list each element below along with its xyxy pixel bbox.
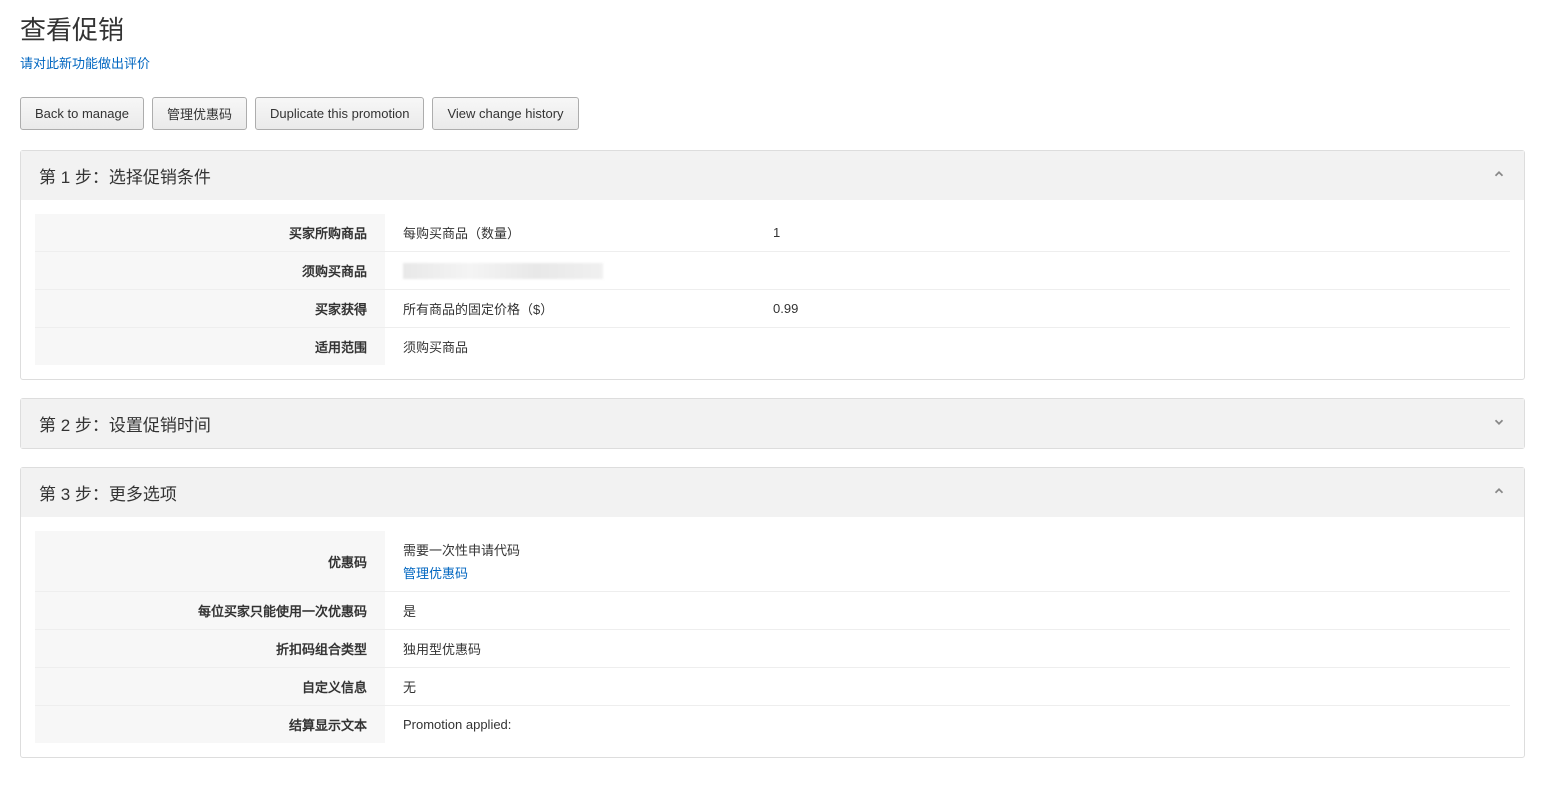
page-title: 查看促销 bbox=[20, 10, 1525, 47]
step3-title: 第 3 步：更多选项 bbox=[39, 480, 177, 505]
form-row: 优惠码 需要一次性申请代码 管理优惠码 bbox=[35, 531, 1510, 592]
value-buyer-purchase: 每购买商品（数量） 1 bbox=[385, 214, 1510, 251]
step3-panel: 第 3 步：更多选项 优惠码 需要一次性申请代码 管理优惠码 每位买家只能使用一… bbox=[20, 467, 1525, 758]
form-row: 须购买商品 bbox=[35, 252, 1510, 290]
value-coupon-code: 需要一次性申请代码 管理优惠码 bbox=[385, 531, 1510, 591]
label-must-buy: 须购买商品 bbox=[35, 252, 385, 289]
step3-body: 优惠码 需要一次性申请代码 管理优惠码 每位买家只能使用一次优惠码 是 折扣码组… bbox=[21, 517, 1524, 757]
label-custom-info: 自定义信息 bbox=[35, 668, 385, 705]
value-checkout-text: Promotion applied: bbox=[385, 706, 1510, 743]
duplicate-button[interactable]: Duplicate this promotion bbox=[255, 97, 424, 130]
label-applies-to: 适用范围 bbox=[35, 328, 385, 365]
step1-header[interactable]: 第 1 步：选择促销条件 bbox=[21, 151, 1524, 200]
step1-panel: 第 1 步：选择促销条件 买家所购商品 每购买商品（数量） 1 须购买商品 买家… bbox=[20, 150, 1525, 380]
manage-coupon-link[interactable]: 管理优惠码 bbox=[403, 563, 520, 582]
step1-title: 第 1 步：选择促销条件 bbox=[39, 163, 211, 188]
form-row: 折扣码组合类型 独用型优惠码 bbox=[35, 630, 1510, 668]
label-buyer-gets: 买家获得 bbox=[35, 290, 385, 327]
value-text: Promotion applied: bbox=[403, 717, 511, 732]
label-combo-type: 折扣码组合类型 bbox=[35, 630, 385, 667]
value-once-per-buyer: 是 bbox=[385, 592, 1510, 629]
value-number: 1 bbox=[773, 225, 1492, 240]
chevron-down-icon bbox=[1492, 415, 1506, 432]
form-row: 买家获得 所有商品的固定价格（$） 0.99 bbox=[35, 290, 1510, 328]
history-button[interactable]: View change history bbox=[432, 97, 578, 130]
step2-header[interactable]: 第 2 步：设置促销时间 bbox=[21, 399, 1524, 448]
back-button[interactable]: Back to manage bbox=[20, 97, 144, 130]
value-text: 每购买商品（数量） bbox=[403, 223, 773, 242]
value-must-buy bbox=[385, 252, 1510, 289]
form-row: 自定义信息 无 bbox=[35, 668, 1510, 706]
label-checkout-text: 结算显示文本 bbox=[35, 706, 385, 743]
button-row: Back to manage 管理优惠码 Duplicate this prom… bbox=[20, 97, 1525, 130]
label-buyer-purchase: 买家所购商品 bbox=[35, 214, 385, 251]
label-once-per-buyer: 每位买家只能使用一次优惠码 bbox=[35, 592, 385, 629]
value-combo-type: 独用型优惠码 bbox=[385, 630, 1510, 667]
step2-panel: 第 2 步：设置促销时间 bbox=[20, 398, 1525, 449]
step1-body: 买家所购商品 每购买商品（数量） 1 须购买商品 买家获得 所有商品的固定价格（… bbox=[21, 200, 1524, 379]
value-buyer-gets: 所有商品的固定价格（$） 0.99 bbox=[385, 290, 1510, 327]
value-text: 无 bbox=[403, 677, 416, 696]
manage-coupon-button[interactable]: 管理优惠码 bbox=[152, 97, 247, 130]
redacted-content bbox=[403, 263, 603, 279]
step2-title: 第 2 步：设置促销时间 bbox=[39, 411, 211, 436]
form-row: 适用范围 须购买商品 bbox=[35, 328, 1510, 365]
value-custom-info: 无 bbox=[385, 668, 1510, 705]
value-text: 独用型优惠码 bbox=[403, 639, 481, 658]
rate-feature-link[interactable]: 请对此新功能做出评价 bbox=[20, 53, 150, 72]
chevron-up-icon bbox=[1492, 484, 1506, 501]
form-row: 每位买家只能使用一次优惠码 是 bbox=[35, 592, 1510, 630]
step3-header[interactable]: 第 3 步：更多选项 bbox=[21, 468, 1524, 517]
chevron-up-icon bbox=[1492, 167, 1506, 184]
label-coupon-code: 优惠码 bbox=[35, 531, 385, 591]
value-text: 须购买商品 bbox=[403, 337, 773, 356]
value-text: 需要一次性申请代码 bbox=[403, 540, 520, 559]
form-row: 买家所购商品 每购买商品（数量） 1 bbox=[35, 214, 1510, 252]
form-row: 结算显示文本 Promotion applied: bbox=[35, 706, 1510, 743]
value-applies-to: 须购买商品 bbox=[385, 328, 1510, 365]
value-text: 所有商品的固定价格（$） bbox=[403, 299, 773, 318]
value-number: 0.99 bbox=[773, 301, 1492, 316]
value-text: 是 bbox=[403, 601, 416, 620]
